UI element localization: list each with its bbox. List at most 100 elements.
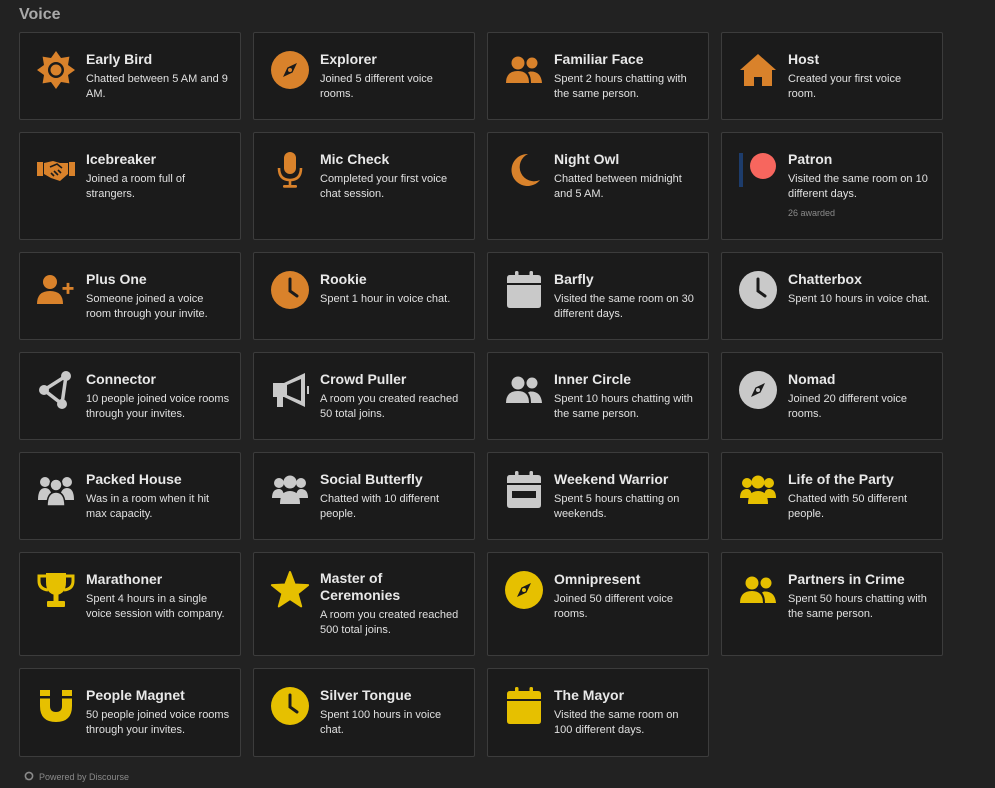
badge-text: Marathoner Spent 4 hours in a single voic… — [86, 571, 230, 622]
badge-text: Patron Visited the same room on 10 differ… — [788, 151, 932, 218]
badge-description: Was in a room when it hit max capacity. — [86, 493, 210, 520]
calendar-icon — [503, 269, 545, 311]
badge-name: Packed House — [86, 471, 182, 487]
calendar-week-icon — [503, 469, 545, 511]
badge-name: Social Butterfly — [320, 471, 423, 487]
badge-text: Partners in Crime Spent 50 hours chatting… — [788, 571, 932, 622]
badge-description: Spent 2 hours chatting with the same per… — [554, 73, 687, 100]
badge-description: Spent 10 hours chatting with the same pe… — [554, 393, 693, 420]
badge-description: Someone joined a voice room through your… — [86, 293, 208, 320]
badge-card-omnipresent[interactable]: Omnipresent Joined 50 different voice roo… — [487, 552, 709, 656]
badge-name: Life of the Party — [788, 471, 894, 487]
crowd-icon — [35, 469, 77, 511]
user-friends-icon — [503, 369, 545, 411]
badge-description: Spent 5 hours chatting on weekends. — [554, 493, 680, 520]
badge-name: People Magnet — [86, 687, 185, 703]
badge-name: Host — [788, 51, 820, 67]
users-icon — [737, 469, 779, 511]
badge-card-familiar-face[interactable]: Familiar Face Spent 2 hours chatting with… — [487, 32, 709, 120]
badge-text: Early Bird Chatted between 5 AM and 9 AM. — [86, 51, 230, 102]
users-icon — [269, 469, 311, 511]
badge-description: Spent 50 hours chatting with the same pe… — [788, 593, 927, 620]
badge-card-weekend-warrior[interactable]: Weekend Warrior Spent 5 hours chatting on… — [487, 452, 709, 540]
user-plus-icon — [35, 269, 77, 311]
badge-name: Early Bird — [86, 51, 153, 67]
badge-card-marathoner[interactable]: Marathoner Spent 4 hours in a single voic… — [19, 552, 241, 656]
badge-grid: Early Bird Chatted between 5 AM and 9 AM.… — [19, 32, 944, 769]
badge-card-host[interactable]: Host Created your first voice room. — [721, 32, 943, 120]
badge-row: Connector 10 people joined voice rooms th… — [19, 352, 944, 440]
badge-description: 50 people joined voice rooms through you… — [86, 709, 230, 736]
badge-row: People Magnet 50 people joined voice room… — [19, 668, 944, 757]
badge-card-explorer[interactable]: Explorer Joined 5 different voice rooms. — [253, 32, 475, 120]
powered-by-footer[interactable]: Powered by Discourse — [24, 771, 129, 783]
badge-name: Master of Ceremonies — [320, 570, 401, 603]
compass-icon — [503, 569, 545, 611]
badge-text: Social Butterfly Chatted with 10 differen… — [320, 471, 464, 522]
badge-description: Visited the same room on 30 different da… — [554, 293, 694, 320]
badge-text: Host Created your first voice room. — [788, 51, 932, 102]
microphone-icon — [269, 149, 311, 191]
badge-name: Rookie — [320, 271, 367, 287]
badge-name: Night Owl — [554, 151, 620, 167]
badge-row: Icebreaker Joined a room full of stranger… — [19, 132, 944, 240]
badge-name: Barfly — [554, 271, 594, 287]
badge-text: Plus One Someone joined a voice room thro… — [86, 271, 230, 322]
badge-card-early-bird[interactable]: Early Bird Chatted between 5 AM and 9 AM. — [19, 32, 241, 120]
badge-card-people-magnet[interactable]: People Magnet 50 people joined voice room… — [19, 668, 241, 757]
badge-name: Patron — [788, 151, 833, 167]
badge-card-nomad[interactable]: Nomad Joined 20 different voice rooms. — [721, 352, 943, 440]
badge-text: Master of Ceremonies A room you created r… — [320, 570, 464, 638]
badge-description: Joined 50 different voice rooms. — [554, 593, 674, 620]
badge-row: Early Bird Chatted between 5 AM and 9 AM.… — [19, 32, 944, 120]
bullhorn-icon — [269, 369, 311, 411]
badge-text: Silver Tongue Spent 100 hours in voice ch… — [320, 687, 464, 738]
badge-card-rookie[interactable]: Rookie Spent 1 hour in voice chat. — [253, 252, 475, 340]
badge-card-master-of-ceremonies[interactable]: Master of Ceremonies A room you created r… — [253, 552, 475, 656]
badge-card-barfly[interactable]: Barfly Visited the same room on 30 differ… — [487, 252, 709, 340]
badge-card-plus-one[interactable]: Plus One Someone joined a voice room thro… — [19, 252, 241, 340]
badge-description: Visited the same room on 100 different d… — [554, 709, 679, 736]
badge-description: A room you created reached 500 total joi… — [320, 609, 459, 636]
badge-text: Icebreaker Joined a room full of stranger… — [86, 151, 230, 202]
badge-row: Packed House Was in a room when it hit ma… — [19, 452, 944, 540]
badge-card-crowd-puller[interactable]: Crowd Puller A room you created reached 5… — [253, 352, 475, 440]
badge-description: Joined 20 different voice rooms. — [788, 393, 908, 420]
badge-text: Familiar Face Spent 2 hours chatting with… — [554, 51, 698, 102]
badge-card-inner-circle[interactable]: Inner Circle Spent 10 hours chatting with… — [487, 352, 709, 440]
compass-icon — [737, 369, 779, 411]
badge-card-the-mayor[interactable]: The Mayor Visited the same room on 100 di… — [487, 668, 709, 757]
badge-text: Nomad Joined 20 different voice rooms. — [788, 371, 932, 422]
badge-card-connector[interactable]: Connector 10 people joined voice rooms th… — [19, 352, 241, 440]
handshake-icon — [35, 149, 77, 191]
badge-card-patron[interactable]: Patron Visited the same room on 10 differ… — [721, 132, 943, 240]
badge-text: People Magnet 50 people joined voice room… — [86, 687, 230, 738]
badge-card-icebreaker[interactable]: Icebreaker Joined a room full of stranger… — [19, 132, 241, 240]
badge-card-packed-house[interactable]: Packed House Was in a room when it hit ma… — [19, 452, 241, 540]
clock-icon — [269, 269, 311, 311]
badge-name: Crowd Puller — [320, 371, 407, 387]
badge-card-social-butterfly[interactable]: Social Butterfly Chatted with 10 differen… — [253, 452, 475, 540]
badge-name: Familiar Face — [554, 51, 644, 67]
badge-name: Mic Check — [320, 151, 390, 167]
badge-card-chatterbox[interactable]: Chatterbox Spent 10 hours in voice chat. — [721, 252, 943, 340]
badge-card-partners-in-crime[interactable]: Partners in Crime Spent 50 hours chatting… — [721, 552, 943, 656]
badge-description: Joined 5 different voice rooms. — [320, 73, 433, 100]
badge-name: Chatterbox — [788, 271, 862, 287]
badge-row: Marathoner Spent 4 hours in a single voic… — [19, 552, 944, 656]
badge-name: Inner Circle — [554, 371, 632, 387]
user-friends-icon — [737, 569, 779, 611]
moon-icon — [503, 149, 545, 191]
badge-card-life-of-the-party[interactable]: Life of the Party Chatted with 50 differe… — [721, 452, 943, 540]
badge-text: Explorer Joined 5 different voice rooms. — [320, 51, 464, 102]
star-icon — [269, 569, 311, 611]
badge-card-night-owl[interactable]: Night Owl Chatted between midnight and 5 … — [487, 132, 709, 240]
calendar-icon — [503, 685, 545, 727]
badge-name: Weekend Warrior — [554, 471, 669, 487]
badge-card-mic-check[interactable]: Mic Check Completed your first voice chat… — [253, 132, 475, 240]
badge-name: Partners in Crime — [788, 571, 905, 587]
badge-description: Created your first voice room. — [788, 73, 902, 100]
badge-card-silver-tongue[interactable]: Silver Tongue Spent 100 hours in voice ch… — [253, 668, 475, 757]
badge-name: Plus One — [86, 271, 147, 287]
badge-text: The Mayor Visited the same room on 100 di… — [554, 687, 698, 738]
